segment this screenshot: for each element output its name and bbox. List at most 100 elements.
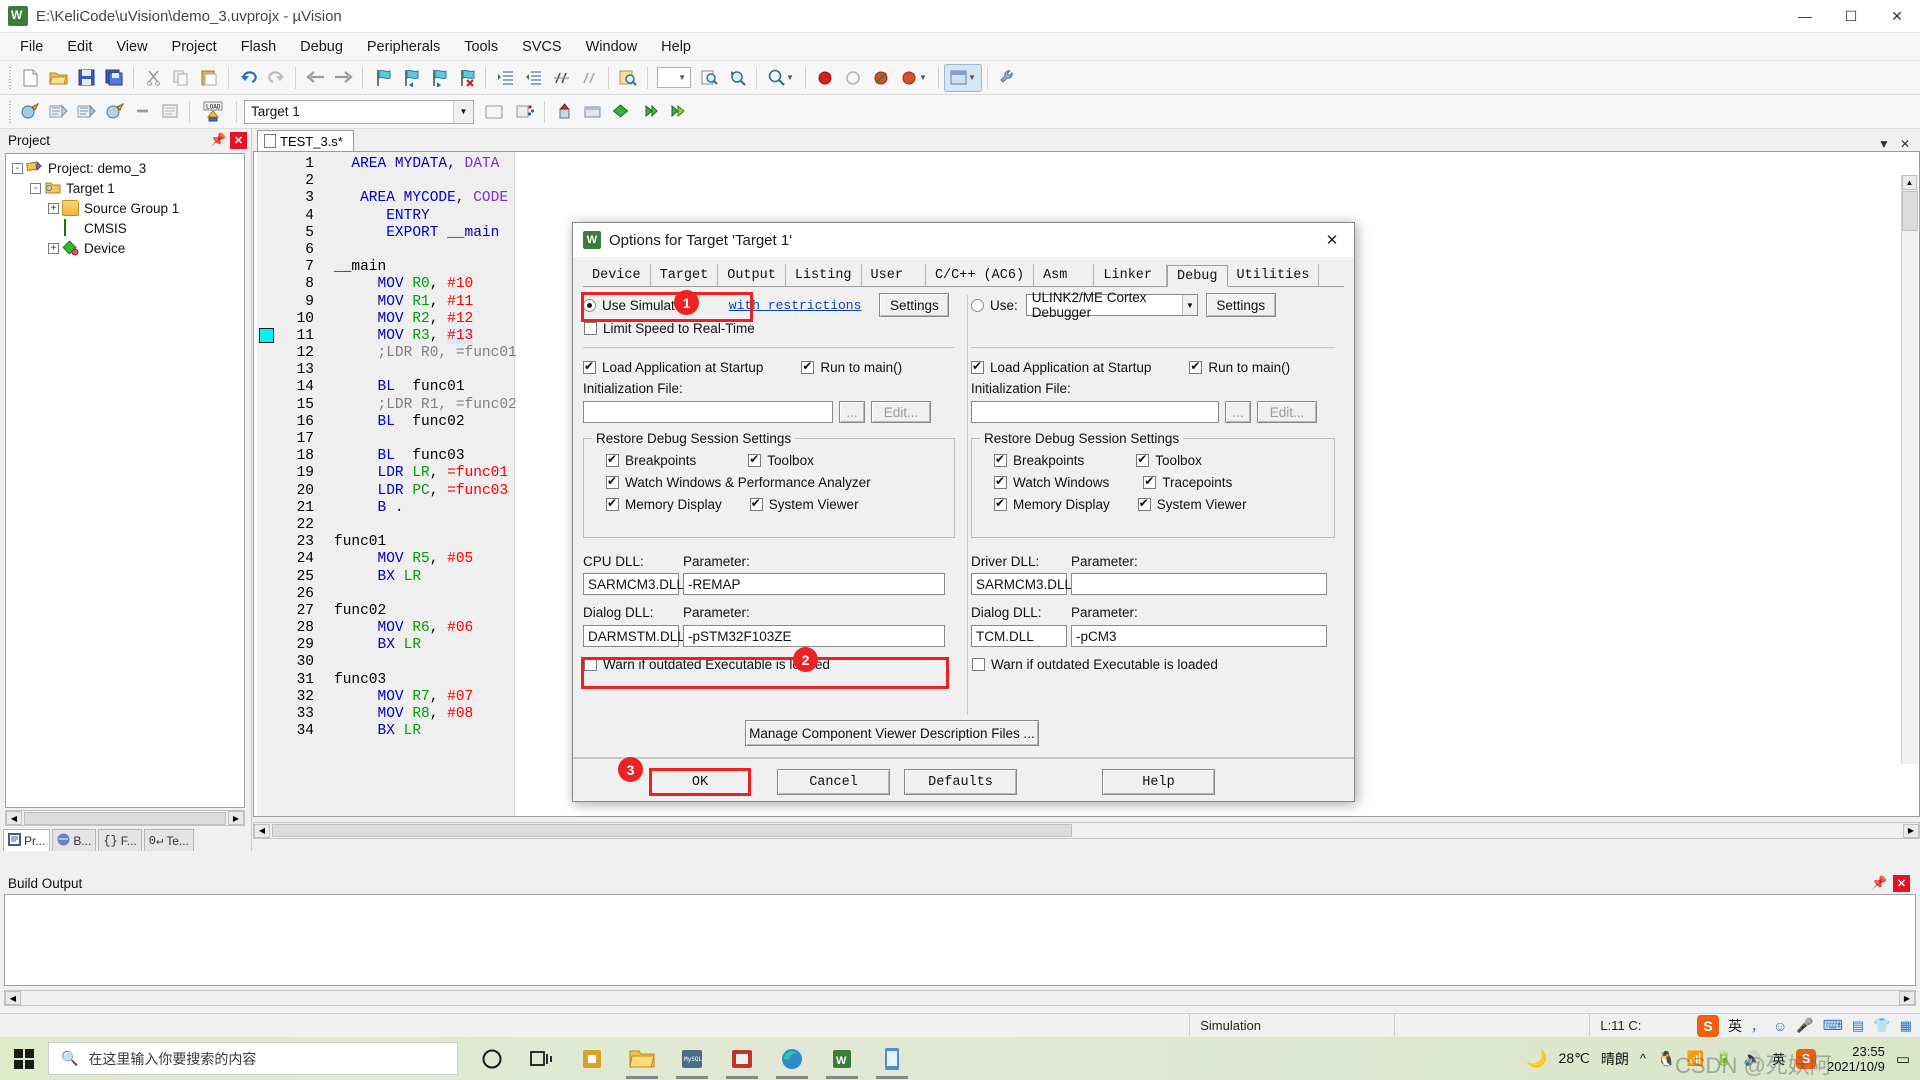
bookmark-clear-icon[interactable] [453, 65, 479, 91]
driver-parameter-input[interactable] [1071, 573, 1327, 595]
batch-build-icon[interactable] [101, 99, 127, 125]
tab-asm[interactable]: Asm [1034, 264, 1095, 286]
uvision-taskbar-icon[interactable]: W [820, 1039, 864, 1079]
load-icon[interactable]: LOAD [196, 99, 230, 125]
dialog-parameter-input-right[interactable]: -pCM3 [1071, 625, 1327, 647]
undo-icon[interactable] [235, 65, 261, 91]
menu-help[interactable]: Help [649, 36, 703, 58]
toolbar-grip[interactable] [7, 66, 13, 89]
bookmark-next-icon[interactable] [425, 65, 451, 91]
chevron-down-icon[interactable]: ▼ [453, 100, 473, 123]
code-line[interactable]: 3 AREA MYCODE, CODE [254, 190, 1919, 207]
kill-breakpoints-icon[interactable]: ▼ [896, 65, 932, 91]
bookmark-toggle-icon[interactable] [369, 65, 395, 91]
limit-speed-checkbox[interactable] [584, 321, 597, 335]
scroll-left-icon[interactable]: ◀ [5, 991, 21, 1005]
init-file-browse-button-right[interactable]: ... [1225, 401, 1251, 423]
system-viewer-checkbox-right[interactable] [1137, 496, 1151, 511]
cpu-dll-input[interactable]: SARMCM3.DLL [583, 573, 684, 595]
project-tab-functions[interactable]: {} F... [98, 829, 142, 851]
load-app-row-right[interactable]: Load Application at Startup Run to main(… [971, 356, 1346, 378]
weather-desc[interactable]: 晴朗 [1601, 1049, 1629, 1069]
build-output-text[interactable] [4, 894, 1916, 986]
configure-icon[interactable] [994, 65, 1020, 91]
breakpoints-row-right[interactable]: Breakpoints Toolbox [994, 449, 1334, 471]
configure-flash-icon[interactable] [635, 99, 661, 125]
warn-outdated-row-left[interactable]: Warn if outdated Executable is loaded [583, 652, 963, 676]
find-in-files-icon[interactable] [615, 65, 641, 91]
notification-center-icon[interactable]: ▭ [1896, 1050, 1910, 1068]
manage-runtime-env-icon[interactable] [551, 99, 577, 125]
manage-project-items-icon[interactable] [512, 99, 538, 125]
paste-icon[interactable] [196, 65, 222, 91]
toolbox-checkbox-left[interactable] [748, 452, 762, 467]
navicat-icon[interactable] [720, 1039, 764, 1079]
tree-node-source-group[interactable]: + Source Group 1 [6, 198, 244, 218]
use-simulator-row[interactable]: Use Simulator with restrictions Settings [583, 293, 963, 317]
phone-link-icon[interactable] [870, 1039, 914, 1079]
emoji-icon[interactable]: ☺ [1773, 1018, 1787, 1034]
taskbar-clock[interactable]: 23:55 2021/10/9 [1827, 1044, 1885, 1074]
watch-windows-row-left[interactable]: Watch Windows & Performance Analyzer [606, 471, 954, 493]
outdent-icon[interactable] [520, 65, 546, 91]
minimize-button[interactable]: — [1782, 0, 1828, 33]
qq-icon[interactable]: 🐧 [1657, 1050, 1676, 1068]
dialog-dll-input-left[interactable]: DARMSTM.DLL [583, 625, 685, 647]
init-file-edit-button-right[interactable]: Edit... [1257, 401, 1317, 423]
simulator-settings-button[interactable]: Settings [879, 293, 950, 317]
breakpoints-checkbox-left[interactable] [606, 452, 619, 467]
tab-linker[interactable]: Linker [1094, 264, 1167, 286]
expander-icon[interactable]: - [12, 162, 23, 174]
driver-dll-input[interactable]: SARMCM3.DLL [971, 573, 1072, 595]
scroll-right-icon[interactable]: ▶ [228, 811, 244, 825]
tracepoints-checkbox-right[interactable] [1143, 474, 1157, 489]
tab-debug[interactable]: Debug [1167, 265, 1228, 287]
new-file-icon[interactable] [17, 65, 43, 91]
toolbox-checkbox-right[interactable] [1136, 452, 1150, 467]
expander-icon[interactable]: + [48, 242, 59, 254]
help-button[interactable]: Help [1102, 769, 1215, 795]
load-application-checkbox-right[interactable] [971, 359, 984, 374]
dialog-parameter-input-left[interactable]: -pSTM32F103ZE [683, 625, 945, 647]
use-simulator-radio[interactable] [583, 298, 596, 312]
defaults-button[interactable]: Defaults [904, 769, 1017, 795]
init-file-input-left[interactable] [583, 401, 833, 423]
manage-component-viewer-button[interactable]: Manage Component Viewer Description File… [745, 720, 1039, 746]
microsoft-edge-icon[interactable] [770, 1039, 814, 1079]
breakpoints-row-left[interactable]: Breakpoints Toolbox [606, 449, 954, 471]
debugger-settings-button[interactable]: Settings [1205, 293, 1276, 317]
redo-icon[interactable] [263, 65, 289, 91]
punctuation-icon[interactable]: ， [1751, 1016, 1764, 1035]
copy-icon[interactable] [168, 65, 194, 91]
tree-node-device[interactable]: + Device [6, 238, 244, 258]
file-explorer-icon[interactable] [620, 1039, 664, 1079]
download-icon[interactable] [157, 99, 183, 125]
scroll-up-icon[interactable]: ▲ [1902, 175, 1917, 190]
use-debugger-radio[interactable] [971, 298, 984, 312]
ime-menu-icon[interactable]: ▦ [1900, 1018, 1912, 1034]
project-tab-books[interactable]: B... [52, 829, 97, 851]
watch-windows-checkbox-right[interactable] [994, 474, 1007, 489]
weather-temp[interactable]: 28℃ [1559, 1050, 1590, 1067]
project-tab-project[interactable]: Pr... [3, 829, 51, 851]
ok-button[interactable]: OK [650, 769, 750, 795]
tab-user[interactable]: User [861, 264, 926, 286]
warn-outdated-row-right[interactable]: Warn if outdated Executable is loaded [971, 652, 1346, 676]
close-button[interactable]: ✕ [1874, 0, 1920, 33]
load-app-row-left[interactable]: Load Application at Startup Run to main(… [583, 356, 963, 378]
window-layout-icon[interactable]: ▼ [944, 63, 982, 92]
dialog-dll-input-right[interactable]: TCM.DLL [971, 625, 1067, 647]
cancel-button[interactable]: Cancel [777, 769, 890, 795]
pin-icon[interactable]: 📌 [1871, 875, 1887, 891]
close-icon[interactable]: ✕ [1893, 874, 1910, 892]
run-to-main-checkbox[interactable] [801, 359, 815, 374]
menu-svcs[interactable]: SVCS [510, 36, 574, 58]
skin-icon[interactable]: 👕 [1873, 1017, 1890, 1034]
find-icon[interactable] [696, 65, 722, 91]
start-debug-icon[interactable] [812, 65, 838, 91]
code-line[interactable]: 2 [254, 173, 1919, 190]
with-restrictions-link[interactable]: with restrictions [729, 298, 862, 313]
scroll-right-icon[interactable]: ▶ [1903, 823, 1919, 838]
menu-file[interactable]: File [8, 36, 55, 58]
pin-icon[interactable]: 📌 [210, 132, 226, 148]
